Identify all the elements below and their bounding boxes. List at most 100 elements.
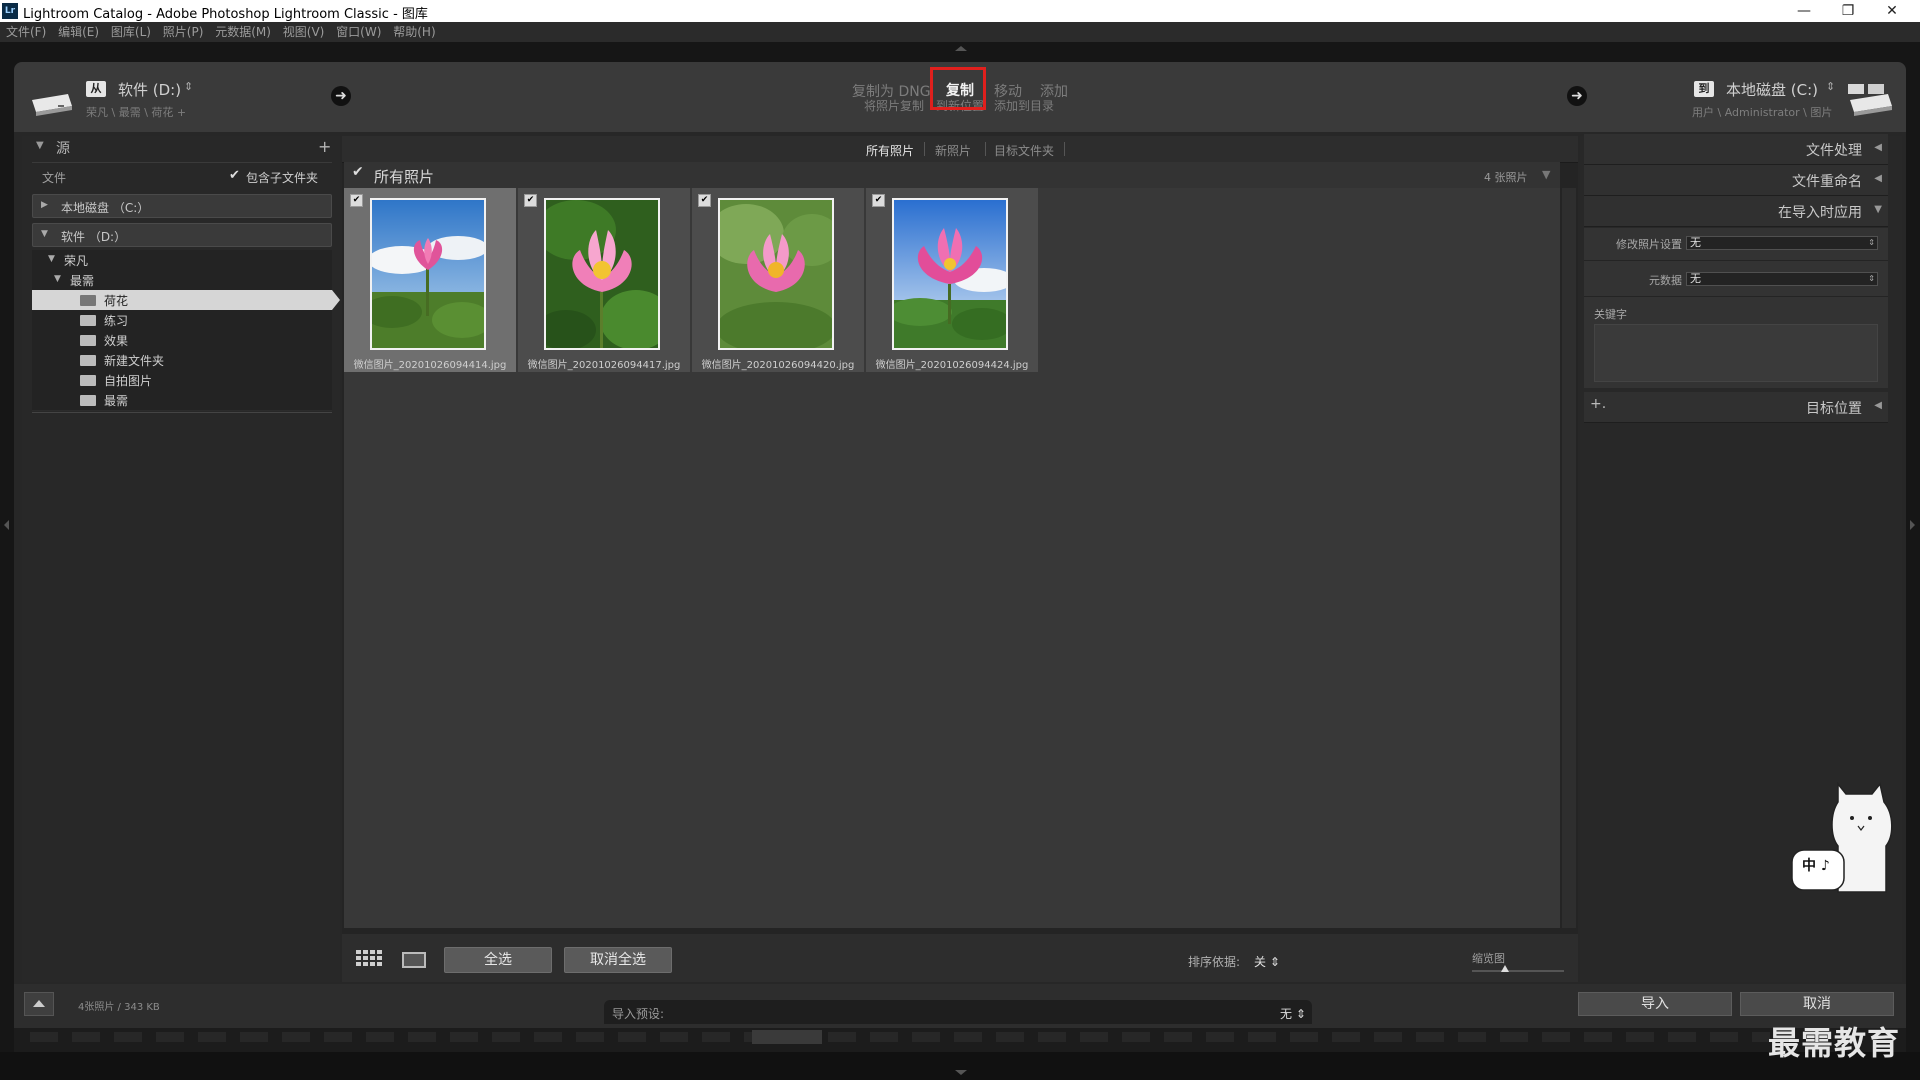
tree-root-label: 荣凡 (64, 254, 89, 268)
dest-badge: 到 (1694, 81, 1714, 97)
photo-checkbox[interactable]: ✔ (872, 194, 885, 207)
include-subfolders-checkbox[interactable]: ✔ (229, 169, 240, 182)
tree-sub-row[interactable]: ▼ 最需 (32, 270, 332, 290)
import-button[interactable]: 导入 (1578, 992, 1732, 1016)
menu-help[interactable]: 帮助(H) (393, 22, 435, 42)
select-all-button[interactable]: 全选 (444, 947, 552, 973)
source-collapse-icon[interactable]: ▼ (36, 140, 44, 151)
dest-arrow-icon[interactable]: ➜ (1567, 86, 1587, 106)
add-source-icon[interactable]: + (318, 137, 331, 156)
filmstrip-toggle-button[interactable] (24, 992, 54, 1016)
collapse-right-panel-icon[interactable] (1910, 520, 1915, 530)
tab-all-photos[interactable]: 所有照片 (866, 142, 914, 159)
menu-library[interactable]: 图库(L) (111, 22, 151, 42)
photo-checkbox[interactable]: ✔ (350, 194, 363, 207)
photo-thumbnail[interactable] (718, 198, 834, 350)
folder-icon (80, 355, 96, 366)
folder-row-1[interactable]: 练习 (32, 310, 332, 331)
minimize-icon[interactable]: — (1782, 0, 1826, 22)
filmstrip-frames (30, 1032, 1770, 1042)
folder-label: 自拍图片 (104, 374, 153, 388)
thumbnail-cell-1[interactable]: ✔ 微信图片_20201026094417.jpg (518, 188, 690, 372)
folder-row-4[interactable]: 自拍图片 (32, 370, 332, 391)
expand-down-icon: ▼ (1874, 204, 1882, 215)
import-preset-label: 导入预设: (612, 1007, 665, 1021)
filmstrip-active-frame[interactable] (752, 1030, 822, 1044)
photo-thumbnail[interactable] (892, 198, 1008, 350)
tree-root-row[interactable]: ▼ 荣凡 (32, 250, 332, 270)
slider-handle-icon[interactable] (1501, 965, 1509, 972)
folder-row-2[interactable]: 效果 (32, 330, 332, 351)
import-preset-select[interactable]: 无 ⇕ (1280, 1005, 1306, 1022)
add-destination-icon[interactable]: +. (1590, 396, 1606, 412)
source-panel-title: 源 (56, 141, 70, 157)
photo-checkbox[interactable]: ✔ (524, 194, 537, 207)
thumbnail-size-slider[interactable] (1472, 970, 1564, 972)
file-handling-header[interactable]: 文件处理 ◀ (1584, 134, 1888, 165)
collapse-left-panel-icon[interactable] (4, 520, 9, 530)
top-gap (0, 42, 1920, 62)
ime-mascot-icon[interactable] (1790, 780, 1910, 900)
folder-label: 新建文件夹 (104, 354, 165, 368)
menu-edit[interactable]: 编辑(E) (58, 22, 99, 42)
local-disk-row[interactable]: ▶ 本地磁盘 （C:） (32, 194, 332, 218)
photo-thumbnail[interactable] (544, 198, 660, 350)
import-preset-bar: 导入预设: 无 ⇕ (604, 1000, 1312, 1024)
metadata-value: 无 (1690, 272, 1701, 285)
source-drive-chevron[interactable]: ⇕ (184, 80, 193, 93)
menu-file[interactable]: 文件(F) (6, 22, 46, 42)
folder-icon (80, 395, 96, 406)
photo-count: 4 张照片 (1484, 171, 1528, 184)
folder-row-0[interactable]: 荷花 (32, 290, 332, 311)
photo-filename: 微信图片_20201026094414.jpg (353, 360, 507, 371)
source-drive[interactable]: 软件 (D:) (118, 79, 181, 100)
thumbnail-cell-0[interactable]: ✔ 微信图片_20201026094414.jpg (344, 188, 516, 372)
grid-scrollbar[interactable] (1562, 188, 1576, 928)
destination-label: 目标位置 (1806, 401, 1862, 417)
menu-bar: 文件(F) 编辑(E) 图库(L) 照片(P) 元数据(M) 视图(V) 窗口(… (0, 22, 1920, 42)
folder-row-5[interactable]: 最需 (32, 390, 332, 411)
tree-root-expand-icon: ▼ (48, 254, 55, 264)
photo-checkbox[interactable]: ✔ (698, 194, 711, 207)
apply-during-import-header[interactable]: 在导入时应用 ▼ (1584, 196, 1888, 227)
menu-window[interactable]: 窗口(W) (336, 22, 381, 42)
menu-photo[interactable]: 照片(P) (163, 22, 204, 42)
menu-metadata[interactable]: 元数据(M) (215, 22, 271, 42)
include-subfolders-label: 包含子文件夹 (246, 171, 319, 185)
photo-thumbnail[interactable] (370, 198, 486, 350)
dest-path: 用户 \ Administrator \ 图片 (1692, 106, 1833, 119)
software-disk-row[interactable]: ▼ 软件 （D:） (32, 223, 332, 247)
tab-new-photos[interactable]: 新照片 (935, 142, 971, 159)
menu-view[interactable]: 视图(V) (283, 22, 325, 42)
source-path: 荣凡 \ 最需 \ 荷花 + (86, 106, 187, 119)
metadata-select[interactable]: 无 ⇕ (1686, 272, 1878, 286)
grid-view-icon[interactable] (356, 950, 384, 970)
thumbnail-cell-3[interactable]: ✔ 微信图片_20201026094424.jpg (866, 188, 1038, 372)
loupe-view-icon[interactable] (402, 952, 426, 968)
cancel-button[interactable]: 取消 (1740, 992, 1894, 1016)
dest-drive[interactable]: 本地磁盘 (C:) (1726, 79, 1818, 100)
tree-sub-label: 最需 (70, 274, 95, 288)
grid-header-menu-icon[interactable]: ▼ (1542, 168, 1550, 181)
develop-settings-select[interactable]: 无 ⇕ (1686, 236, 1878, 250)
dest-drive-chevron[interactable]: ⇕ (1826, 80, 1835, 93)
keywords-input[interactable] (1594, 324, 1878, 382)
folder-row-3[interactable]: 新建文件夹 (32, 350, 332, 371)
file-handling-label: 文件处理 (1806, 143, 1862, 159)
destination-header[interactable]: 目标位置 ◀ (1584, 392, 1888, 423)
close-icon[interactable]: ✕ (1870, 0, 1914, 22)
tab-destination-folders[interactable]: 目标文件夹 (994, 142, 1054, 159)
collapse-bottom-icon[interactable] (955, 1070, 967, 1075)
thumbnail-cell-2[interactable]: ✔ 微信图片_20201026094420.jpg (692, 188, 864, 372)
photo-filename: 微信图片_20201026094424.jpg (875, 360, 1029, 371)
sort-select[interactable]: 关 ⇕ (1254, 953, 1280, 970)
restore-icon[interactable]: ❐ (1826, 0, 1870, 22)
collapse-top-icon[interactable] (955, 46, 967, 51)
collapse-left-icon: ◀ (1874, 173, 1882, 184)
source-arrow-icon[interactable]: ➜ (331, 86, 351, 106)
select-all-check-icon[interactable]: ✔ (352, 164, 364, 180)
software-disk-label: 软件 （D:） (61, 230, 127, 244)
deselect-all-button[interactable]: 取消全选 (564, 947, 672, 973)
ime-mode-label[interactable]: 中 ♪ (1802, 855, 1830, 875)
file-rename-header[interactable]: 文件重命名 ◀ (1584, 165, 1888, 196)
